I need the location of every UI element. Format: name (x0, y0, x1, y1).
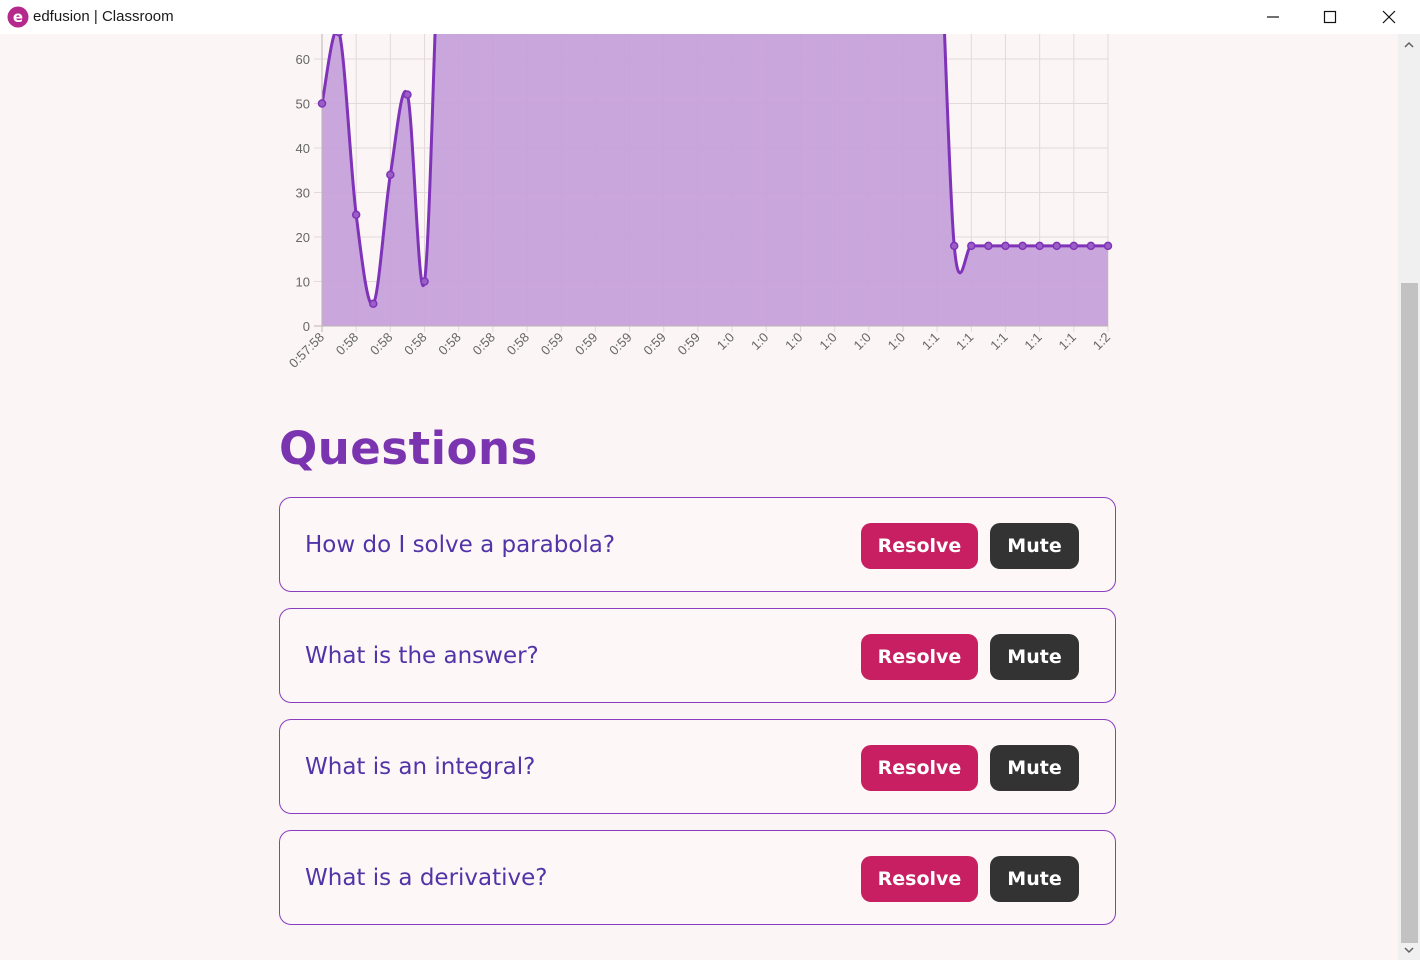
mute-button[interactable]: Mute (990, 634, 1079, 680)
data-point (335, 34, 343, 37)
data-point (420, 277, 429, 286)
activity-chart: 01020304050600:57:58 0:58 0:58 0:58 0:58 0:58… (286, 34, 1113, 371)
x-tick-label: 0:59 (538, 330, 567, 359)
x-tick-label: 0:58 (504, 330, 533, 359)
y-tick-label: 40 (296, 141, 310, 156)
page-content: 0 10 20 30 40 50 60 0:57:58 0:58 0:58 0:58 0:58 0:58… (0, 34, 1398, 960)
x-tick-label: 0:58 (333, 330, 362, 359)
y-tick-label: 60 (296, 52, 310, 67)
x-tick-label: 1:1 (1056, 330, 1079, 353)
x-tick-label: 0:59 (640, 330, 669, 359)
data-point (369, 299, 378, 308)
y-tick-label: 50 (296, 97, 310, 112)
maximize-icon (1323, 10, 1337, 24)
data-point (403, 90, 412, 99)
scrollbar-thumb[interactable] (1401, 283, 1418, 943)
x-tick-label: 0:59 (572, 330, 601, 359)
vertical-scrollbar[interactable] (1398, 34, 1420, 960)
x-tick-label: 0:59 (675, 330, 704, 359)
data-point (967, 241, 976, 251)
data-point (1103, 241, 1113, 251)
x-tick-label: 0:58 (469, 330, 498, 359)
close-button[interactable] (1360, 0, 1418, 34)
minimize-icon (1267, 16, 1279, 18)
x-tick-label: 1:1 (919, 330, 942, 353)
x-tick-label: 0:58 (435, 330, 464, 359)
data-point (1052, 241, 1061, 251)
data-point (949, 241, 959, 251)
x-tick-label: 1:0 (748, 330, 771, 353)
x-tick-label: 0:58 (367, 330, 396, 359)
data-point (1001, 241, 1010, 251)
x-tick-label: 1:1 (987, 330, 1010, 353)
data-point (1035, 241, 1044, 251)
resolve-button[interactable]: Resolve (861, 523, 978, 569)
x-tick-label: 1:0 (851, 330, 874, 353)
window-title: edfusion | Classroom (33, 8, 174, 25)
question-card: What is a derivative? Resolve Mute (279, 830, 1116, 925)
question-card: How do I solve a parabola? Resolve Mute (279, 497, 1116, 592)
x-tick-label: 1:0 (782, 330, 805, 353)
scroll-down-arrow-icon[interactable] (1403, 945, 1415, 955)
y-tick-label: 0 (303, 319, 310, 334)
data-point (984, 241, 993, 251)
data-point (351, 210, 361, 219)
resolve-button[interactable]: Resolve (861, 856, 978, 902)
questions-heading: Questions (279, 422, 538, 475)
x-tick-label: 1:1 (953, 330, 976, 353)
data-point (1018, 241, 1027, 251)
edfusion-logo-icon: e (7, 6, 29, 28)
title-bar: e edfusion | Classroom (0, 0, 1420, 34)
question-text: What is an integral? (305, 754, 536, 780)
question-text: How do I solve a parabola? (305, 532, 616, 558)
y-tick-label: 20 (296, 230, 310, 245)
mute-button[interactable]: Mute (990, 856, 1079, 902)
y-tick-label: 30 (296, 186, 310, 201)
scroll-up-arrow-icon[interactable] (1403, 40, 1415, 50)
y-tick-label: 10 (296, 275, 310, 290)
question-card: What is the answer? Resolve Mute (279, 608, 1116, 703)
x-tick-label: 0:59 (606, 330, 635, 359)
x-tick-label: 1:0 (885, 330, 908, 353)
resolve-button[interactable]: Resolve (861, 745, 978, 791)
x-tick-label: 0:58 (401, 330, 430, 359)
svg-text:e: e (13, 8, 23, 26)
maximize-button[interactable] (1301, 0, 1359, 34)
close-icon (1382, 10, 1396, 24)
chart-area-fill (322, 34, 1108, 326)
question-text: What is the answer? (305, 643, 539, 669)
x-tick-label: 1:0 (714, 330, 737, 353)
data-point (1069, 241, 1079, 251)
x-tick-label: 1:2 (1090, 330, 1113, 353)
data-point (1086, 241, 1096, 251)
resolve-button[interactable]: Resolve (861, 634, 978, 680)
data-point (386, 170, 395, 179)
x-tick-label: 0:57:58 (286, 330, 327, 371)
question-text: What is a derivative? (305, 865, 548, 891)
question-card: What is an integral? Resolve Mute (279, 719, 1116, 814)
data-point (317, 99, 327, 108)
x-tick-label: 1:1 (1021, 330, 1044, 353)
x-tick-label: 1:0 (816, 330, 839, 353)
minimize-button[interactable] (1244, 0, 1302, 34)
mute-button[interactable]: Mute (990, 745, 1079, 791)
mute-button[interactable]: Mute (990, 523, 1079, 569)
